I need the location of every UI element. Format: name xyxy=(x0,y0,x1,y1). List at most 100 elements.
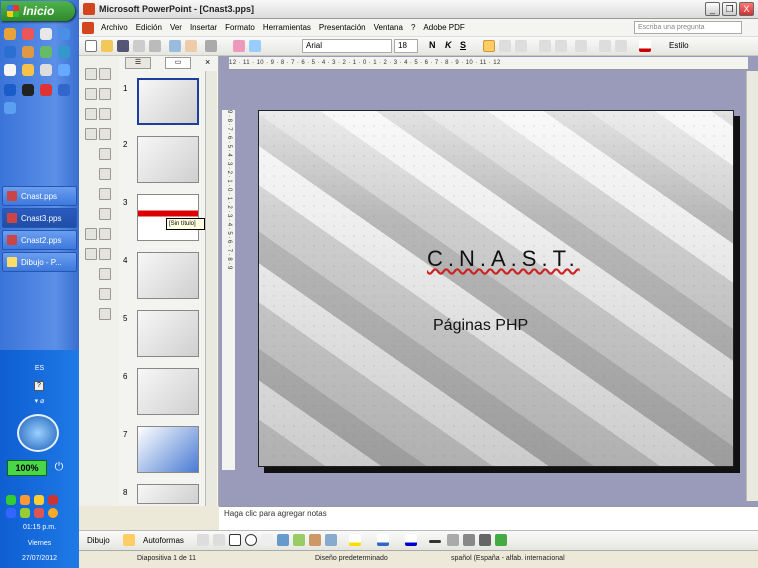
menu-herramientas[interactable]: Herramientas xyxy=(263,23,311,32)
arrow-icon[interactable] xyxy=(213,534,225,546)
rotate-tool-icon[interactable] xyxy=(85,228,97,240)
document-icon[interactable] xyxy=(82,21,94,34)
vertical-scrollbar[interactable] xyxy=(746,71,758,501)
italic-button[interactable]: K xyxy=(445,40,452,50)
tray-arrow-icon[interactable]: ▾ ⌀ xyxy=(0,397,79,405)
table-tool-icon[interactable] xyxy=(85,88,97,100)
tab-outline[interactable]: ☰ xyxy=(125,57,151,69)
slide-thumbnail-7[interactable] xyxy=(137,426,199,473)
increase-indent-icon[interactable] xyxy=(615,40,627,52)
grid-tool-icon[interactable] xyxy=(99,88,111,100)
media-icon[interactable] xyxy=(22,46,34,58)
maximize-button[interactable]: ❐ xyxy=(722,2,737,16)
antivirus-icon[interactable] xyxy=(48,495,58,505)
slide-thumbnail-8[interactable] xyxy=(137,484,199,504)
decrease-indent-icon[interactable] xyxy=(599,40,611,52)
eraser-tool-icon[interactable] xyxy=(99,308,111,320)
textbox-icon[interactable] xyxy=(261,534,273,546)
font-color-icon[interactable] xyxy=(639,40,651,52)
clipart-icon[interactable] xyxy=(309,534,321,546)
calc-icon[interactable] xyxy=(40,46,52,58)
align-right-icon[interactable] xyxy=(515,40,527,52)
fill-color-icon[interactable] xyxy=(349,534,361,546)
folder-icon[interactable] xyxy=(4,28,16,40)
menu-ventana[interactable]: Ventana xyxy=(374,23,403,32)
task-dibujo[interactable]: Dibujo - P... xyxy=(2,252,77,272)
menu-formato[interactable]: Formato xyxy=(225,23,255,32)
arrow-tool-icon[interactable] xyxy=(85,128,97,140)
chart-icon[interactable] xyxy=(233,40,245,52)
notes-pane[interactable]: Haga clic para agregar notas xyxy=(219,506,758,530)
paste-icon[interactable] xyxy=(185,40,197,52)
slide-canvas[interactable]: C.N.A.S.T. Páginas PHP xyxy=(258,110,734,467)
wordart-tool-icon[interactable] xyxy=(99,188,111,200)
picture-icon[interactable] xyxy=(325,534,337,546)
task-cnast[interactable]: Cnast.pps xyxy=(2,186,77,206)
copy-icon[interactable] xyxy=(169,40,181,52)
menu-ver[interactable]: Ver xyxy=(170,23,182,32)
fill-tool-icon[interactable] xyxy=(99,228,111,240)
font-select[interactable]: Arial xyxy=(302,39,392,53)
rectangle-icon[interactable] xyxy=(229,534,241,546)
slide-thumbnail-1[interactable] xyxy=(137,78,199,125)
ask-question-input[interactable]: Escriba una pregunta xyxy=(634,21,742,34)
bluetooth-icon[interactable] xyxy=(58,84,70,96)
menu-archivo[interactable]: Archivo xyxy=(101,23,128,32)
bold-button[interactable]: N xyxy=(429,40,436,50)
menu-adobe-pdf[interactable]: Adobe PDF xyxy=(423,23,464,32)
bubble-app-icon[interactable] xyxy=(17,414,59,452)
undo-icon[interactable] xyxy=(205,40,217,52)
slide-thumbnail-6[interactable] xyxy=(137,368,199,415)
minimize-button[interactable]: _ xyxy=(705,2,720,16)
menu-presentacion[interactable]: Presentación xyxy=(319,23,366,32)
paint-tool-icon[interactable] xyxy=(99,288,111,300)
line-icon[interactable] xyxy=(197,534,209,546)
slide-thumbnail-4[interactable] xyxy=(137,252,199,299)
ie-icon[interactable] xyxy=(4,46,16,58)
oval-icon[interactable] xyxy=(245,534,257,546)
security-icon[interactable] xyxy=(34,495,44,505)
design-button[interactable]: Estilo xyxy=(669,41,689,50)
bluetooth-tray-icon[interactable] xyxy=(6,508,16,518)
battery-indicator[interactable]: 100% xyxy=(7,460,47,476)
task-cnast2[interactable]: Cnast2.pps xyxy=(2,230,77,250)
start-button[interactable]: Inicio xyxy=(1,1,75,21)
align-left-icon[interactable] xyxy=(483,40,495,52)
tab-slides[interactable]: ▭ xyxy=(165,57,191,69)
select-arrow-icon[interactable] xyxy=(123,534,135,546)
update-icon[interactable] xyxy=(20,508,30,518)
bullets-icon[interactable] xyxy=(555,40,567,52)
new-icon[interactable] xyxy=(85,40,97,52)
clock-time[interactable]: 01:15 p.m. xyxy=(0,524,79,531)
menu-edicion[interactable]: Edición xyxy=(136,23,162,32)
diagram-icon[interactable] xyxy=(293,534,305,546)
align-center-icon[interactable] xyxy=(499,40,511,52)
image-tool-icon[interactable] xyxy=(85,248,97,260)
slide-thumbnail-2[interactable] xyxy=(137,136,199,183)
dibujo-menu[interactable]: Dibujo xyxy=(87,536,110,545)
network-icon[interactable] xyxy=(58,28,70,40)
wordart-icon[interactable] xyxy=(277,534,289,546)
shape-tool-icon[interactable] xyxy=(99,108,111,120)
slide-thumbnail-5[interactable] xyxy=(137,310,199,357)
language-indicator[interactable]: ES xyxy=(0,365,79,372)
slide-subtitle[interactable]: Páginas PHP xyxy=(433,317,528,335)
menu-insertar[interactable]: Insertar xyxy=(190,23,217,32)
volume-icon[interactable] xyxy=(20,495,30,505)
3d-icon[interactable] xyxy=(495,534,507,546)
dash-style-icon[interactable] xyxy=(447,534,459,546)
line-tool-icon[interactable] xyxy=(85,108,97,120)
underline-button[interactable]: S xyxy=(460,40,466,50)
task-cnast3[interactable]: Cnast3.pps xyxy=(2,208,77,228)
connector-tool-icon[interactable] xyxy=(99,148,111,160)
crop-tool-icon[interactable] xyxy=(99,248,111,260)
slide-title[interactable]: C.N.A.S.T. xyxy=(259,246,733,272)
font-size-select[interactable]: 18 xyxy=(394,39,418,53)
pointer-tool-icon[interactable] xyxy=(85,68,97,80)
globe-icon[interactable] xyxy=(58,46,70,58)
camera-icon[interactable] xyxy=(40,64,52,76)
increase-font-icon[interactable] xyxy=(575,40,587,52)
print-icon[interactable] xyxy=(133,40,145,52)
media-player-icon[interactable] xyxy=(22,84,34,96)
opera-icon[interactable] xyxy=(40,84,52,96)
